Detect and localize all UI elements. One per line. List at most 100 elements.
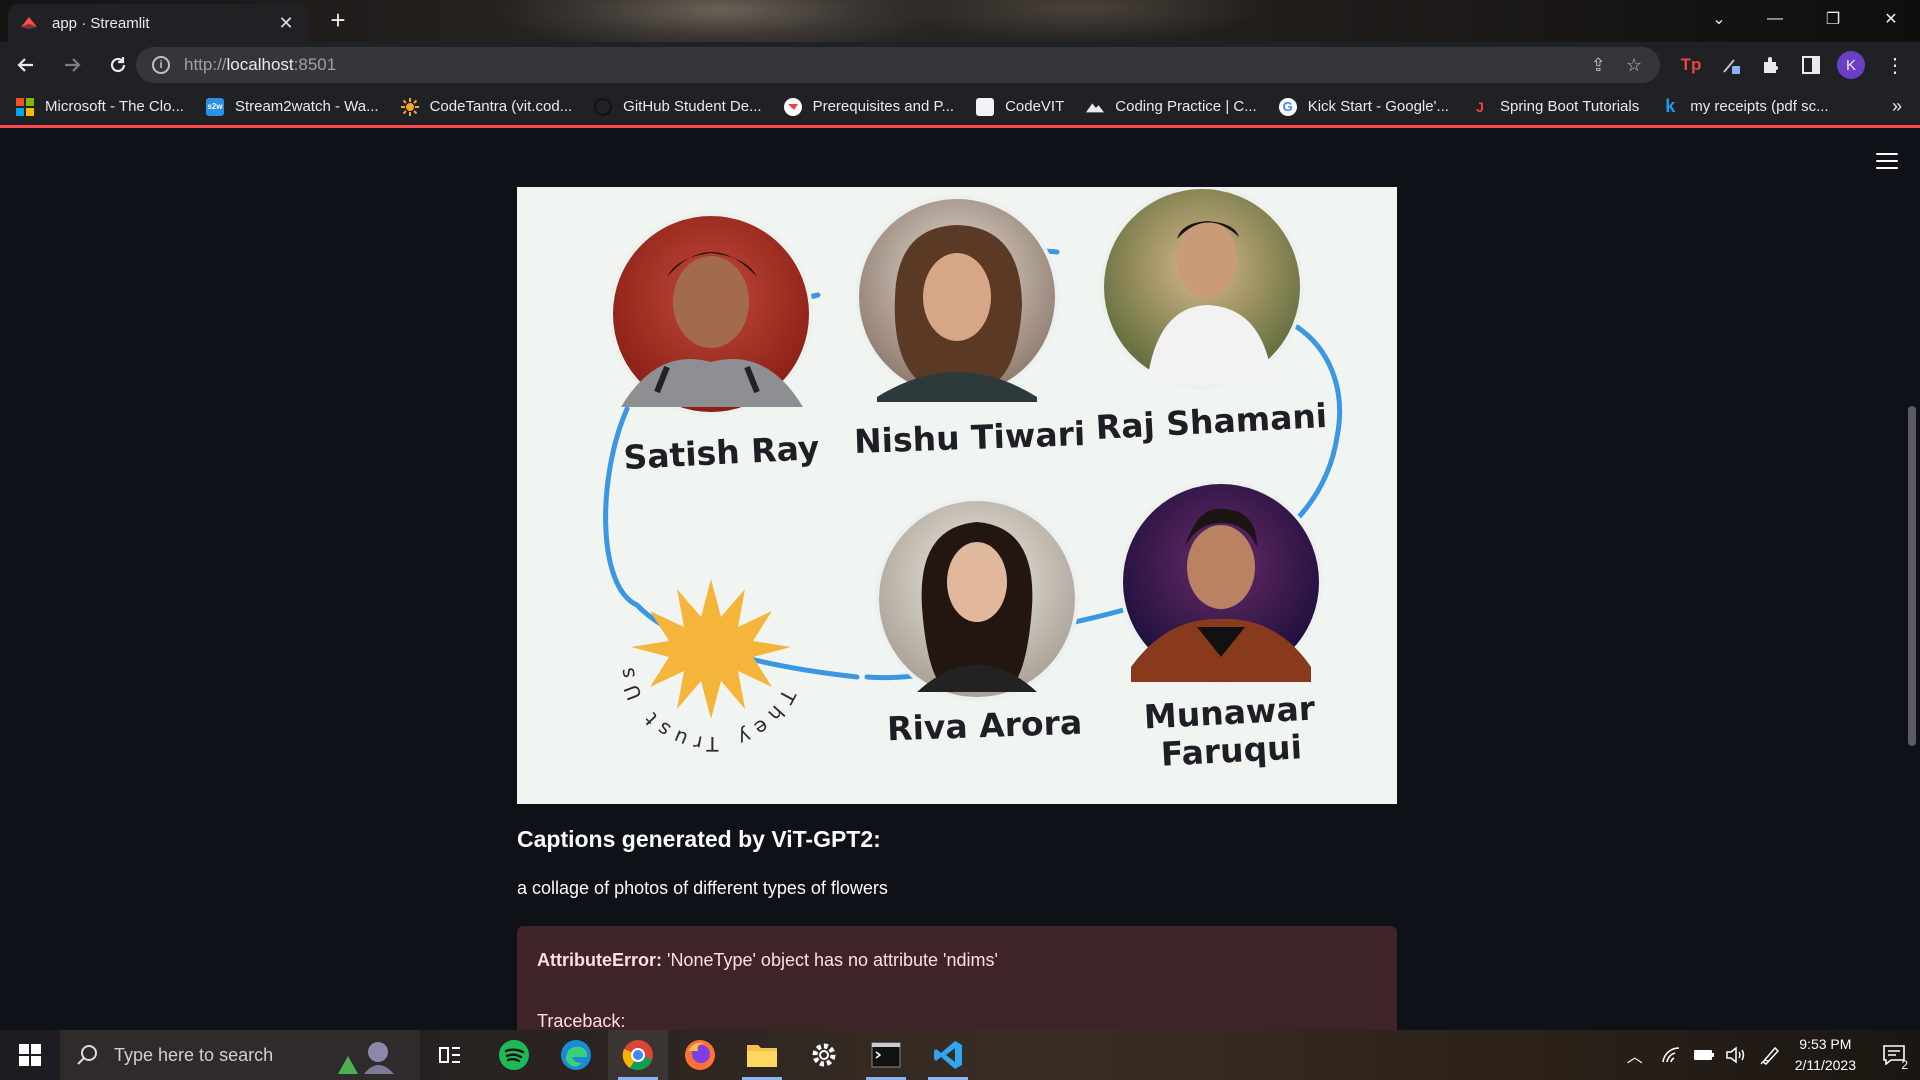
search-icon	[77, 1045, 97, 1065]
streamlit-favicon	[20, 14, 38, 32]
traceback-label: Traceback:	[537, 1011, 626, 1030]
chrome-icon	[622, 1040, 653, 1071]
label-riva-arora: Riva Arora	[886, 703, 1082, 749]
portrait-raj-shamani	[1100, 187, 1304, 389]
edge-app[interactable]	[546, 1030, 606, 1080]
windows-taskbar: Type here to search ︿ 9:53 PM 2/11/2023 …	[0, 1030, 1920, 1080]
bookmark-github[interactable]: GitHub Student De...	[594, 97, 762, 116]
k-icon: k	[1665, 96, 1676, 116]
site-info-icon[interactable]: i	[152, 56, 170, 74]
chevron-up-icon[interactable]: ︿	[1627, 1043, 1643, 1067]
label-faruqui: Faruqui	[1160, 727, 1303, 773]
bookmark-coding-practice[interactable]: Coding Practice | C...	[1086, 98, 1257, 116]
close-tab-icon[interactable]: ✕	[276, 13, 296, 34]
terminal-app[interactable]	[856, 1030, 916, 1080]
share-icon[interactable]: ⇪	[1591, 55, 1606, 76]
taskbar-clock[interactable]: 9:53 PM 2/11/2023	[1795, 1034, 1856, 1076]
caption-text: a collage of photos of different types o…	[517, 878, 888, 898]
clock-date: 2/11/2023	[1794, 1057, 1856, 1073]
battery-icon[interactable]	[1693, 1048, 1715, 1062]
file-explorer-app[interactable]	[732, 1030, 792, 1080]
spotify-icon	[499, 1040, 529, 1070]
bookmark-star-icon[interactable]: ☆	[1626, 55, 1642, 76]
forward-button[interactable]	[52, 45, 92, 85]
google-icon: G	[1278, 97, 1297, 116]
portrait-riva-arora	[875, 497, 1079, 701]
bookmark-kickstart[interactable]: G Kick Start - Google'...	[1278, 97, 1449, 116]
stream2watch-icon: s2w	[205, 97, 224, 116]
bookmark-microsoft[interactable]: Microsoft - The Clo...	[16, 97, 184, 116]
uploaded-image: They Trust Us, You Should Too Satish Ray…	[517, 187, 1397, 804]
terminal-icon	[871, 1042, 901, 1068]
notification-count: 2	[1901, 1058, 1908, 1072]
reload-button[interactable]	[98, 45, 138, 85]
more-bookmarks-icon[interactable]: »	[1892, 96, 1902, 117]
error-message: 'NoneType' object has no attribute 'ndim…	[662, 950, 998, 970]
chrome-app[interactable]	[608, 1030, 668, 1080]
extension-pen-icon[interactable]	[1716, 50, 1746, 80]
search-placeholder: Type here to search	[114, 1044, 274, 1065]
bookmark-codevit[interactable]: CodeVIT	[976, 97, 1064, 116]
label-nishu-tiwari: Nishu Tiwari	[853, 414, 1085, 461]
hamburger-menu-icon[interactable]	[1876, 153, 1898, 169]
profile-avatar[interactable]: K	[1837, 51, 1865, 79]
edge-icon	[561, 1040, 591, 1070]
extension-tp-icon[interactable]: Tp	[1676, 50, 1706, 80]
prerequisites-icon	[783, 97, 802, 116]
pen-ink-icon[interactable]	[1759, 1044, 1781, 1066]
portrait-munawar-faruqui	[1119, 480, 1323, 684]
bookmark-prerequisites[interactable]: Prerequisites and P...	[783, 97, 954, 116]
minimize-button[interactable]: —	[1752, 0, 1798, 38]
search-highlight-illustration	[338, 1042, 394, 1074]
side-panel-icon[interactable]	[1796, 50, 1826, 80]
tab-title: app · Streamlit	[52, 14, 150, 32]
chrome-menu-icon[interactable]: ⋮	[1880, 50, 1910, 80]
streamlit-page: They Trust Us, You Should Too Satish Ray…	[0, 131, 1920, 1030]
settings-app[interactable]	[794, 1030, 854, 1080]
url-text: http://localhost:8501	[184, 55, 337, 74]
firefox-app[interactable]	[670, 1030, 730, 1080]
back-button[interactable]	[6, 45, 46, 85]
browser-toolbar: i http://localhost:8501 ⇪ ☆ Tp K ⋮	[0, 42, 1920, 88]
java-icon: J	[1476, 98, 1484, 115]
taskbar-search-box[interactable]: Type here to search	[60, 1030, 420, 1080]
tab-search-icon[interactable]: ⌄	[1696, 0, 1742, 38]
codevit-icon	[976, 97, 995, 116]
gear-icon	[812, 1043, 836, 1067]
github-icon	[594, 97, 613, 116]
spotify-app[interactable]	[484, 1030, 544, 1080]
clock-time: 9:53 PM	[1799, 1036, 1852, 1052]
new-tab-button[interactable]: +	[324, 6, 352, 34]
browser-tab-active[interactable]: app · Streamlit ✕	[8, 4, 308, 42]
collage-image: They Trust Us, You Should Too Satish Ray…	[517, 187, 1343, 774]
label-raj-shamani: Raj Shamani	[1095, 396, 1328, 447]
vscode-icon	[934, 1041, 962, 1069]
windows-start-button[interactable]	[0, 1030, 60, 1080]
address-bar[interactable]: i http://localhost:8501 ⇪ ☆	[136, 47, 1660, 83]
bookmark-stream2watch[interactable]: s2w Stream2watch - Wa...	[205, 97, 379, 116]
vscode-app[interactable]	[918, 1030, 978, 1080]
bookmark-my-receipts[interactable]: k my receipts (pdf sc...	[1661, 96, 1828, 116]
error-message-box: AttributeError: 'NoneType' object has no…	[517, 926, 1397, 1030]
error-type: AttributeError:	[537, 950, 662, 970]
notifications-button[interactable]: 2	[1874, 1030, 1914, 1080]
folder-icon	[747, 1045, 777, 1067]
task-view-button[interactable]	[420, 1030, 480, 1080]
firefox-icon	[685, 1040, 715, 1070]
page-scrollbar[interactable]	[1904, 131, 1920, 1030]
system-tray: ︿ 9:53 PM 2/11/2023 2	[1627, 1030, 1920, 1080]
bookmarks-bar: Microsoft - The Clo... s2w Stream2watch -…	[0, 88, 1920, 128]
browser-tab-strip: app · Streamlit ✕ + ⌄ — ❐ ✕	[0, 0, 1920, 42]
coding-practice-icon	[1086, 98, 1105, 116]
bookmark-spring-boot[interactable]: J Spring Boot Tutorials	[1471, 98, 1639, 116]
close-window-button[interactable]: ✕	[1868, 0, 1914, 38]
portrait-satish-ray	[609, 212, 813, 416]
extensions-puzzle-icon[interactable]	[1756, 50, 1786, 80]
restore-button[interactable]: ❐	[1810, 0, 1856, 38]
network-icon[interactable]	[1661, 1046, 1681, 1064]
bookmark-codetantra[interactable]: CodeTantra (vit.cod...	[400, 97, 572, 116]
caption-heading: Captions generated by ViT-GPT2:	[517, 826, 881, 852]
volume-icon[interactable]	[1725, 1046, 1747, 1064]
scrollbar-thumb[interactable]	[1908, 406, 1916, 746]
codetantra-icon	[400, 97, 419, 116]
